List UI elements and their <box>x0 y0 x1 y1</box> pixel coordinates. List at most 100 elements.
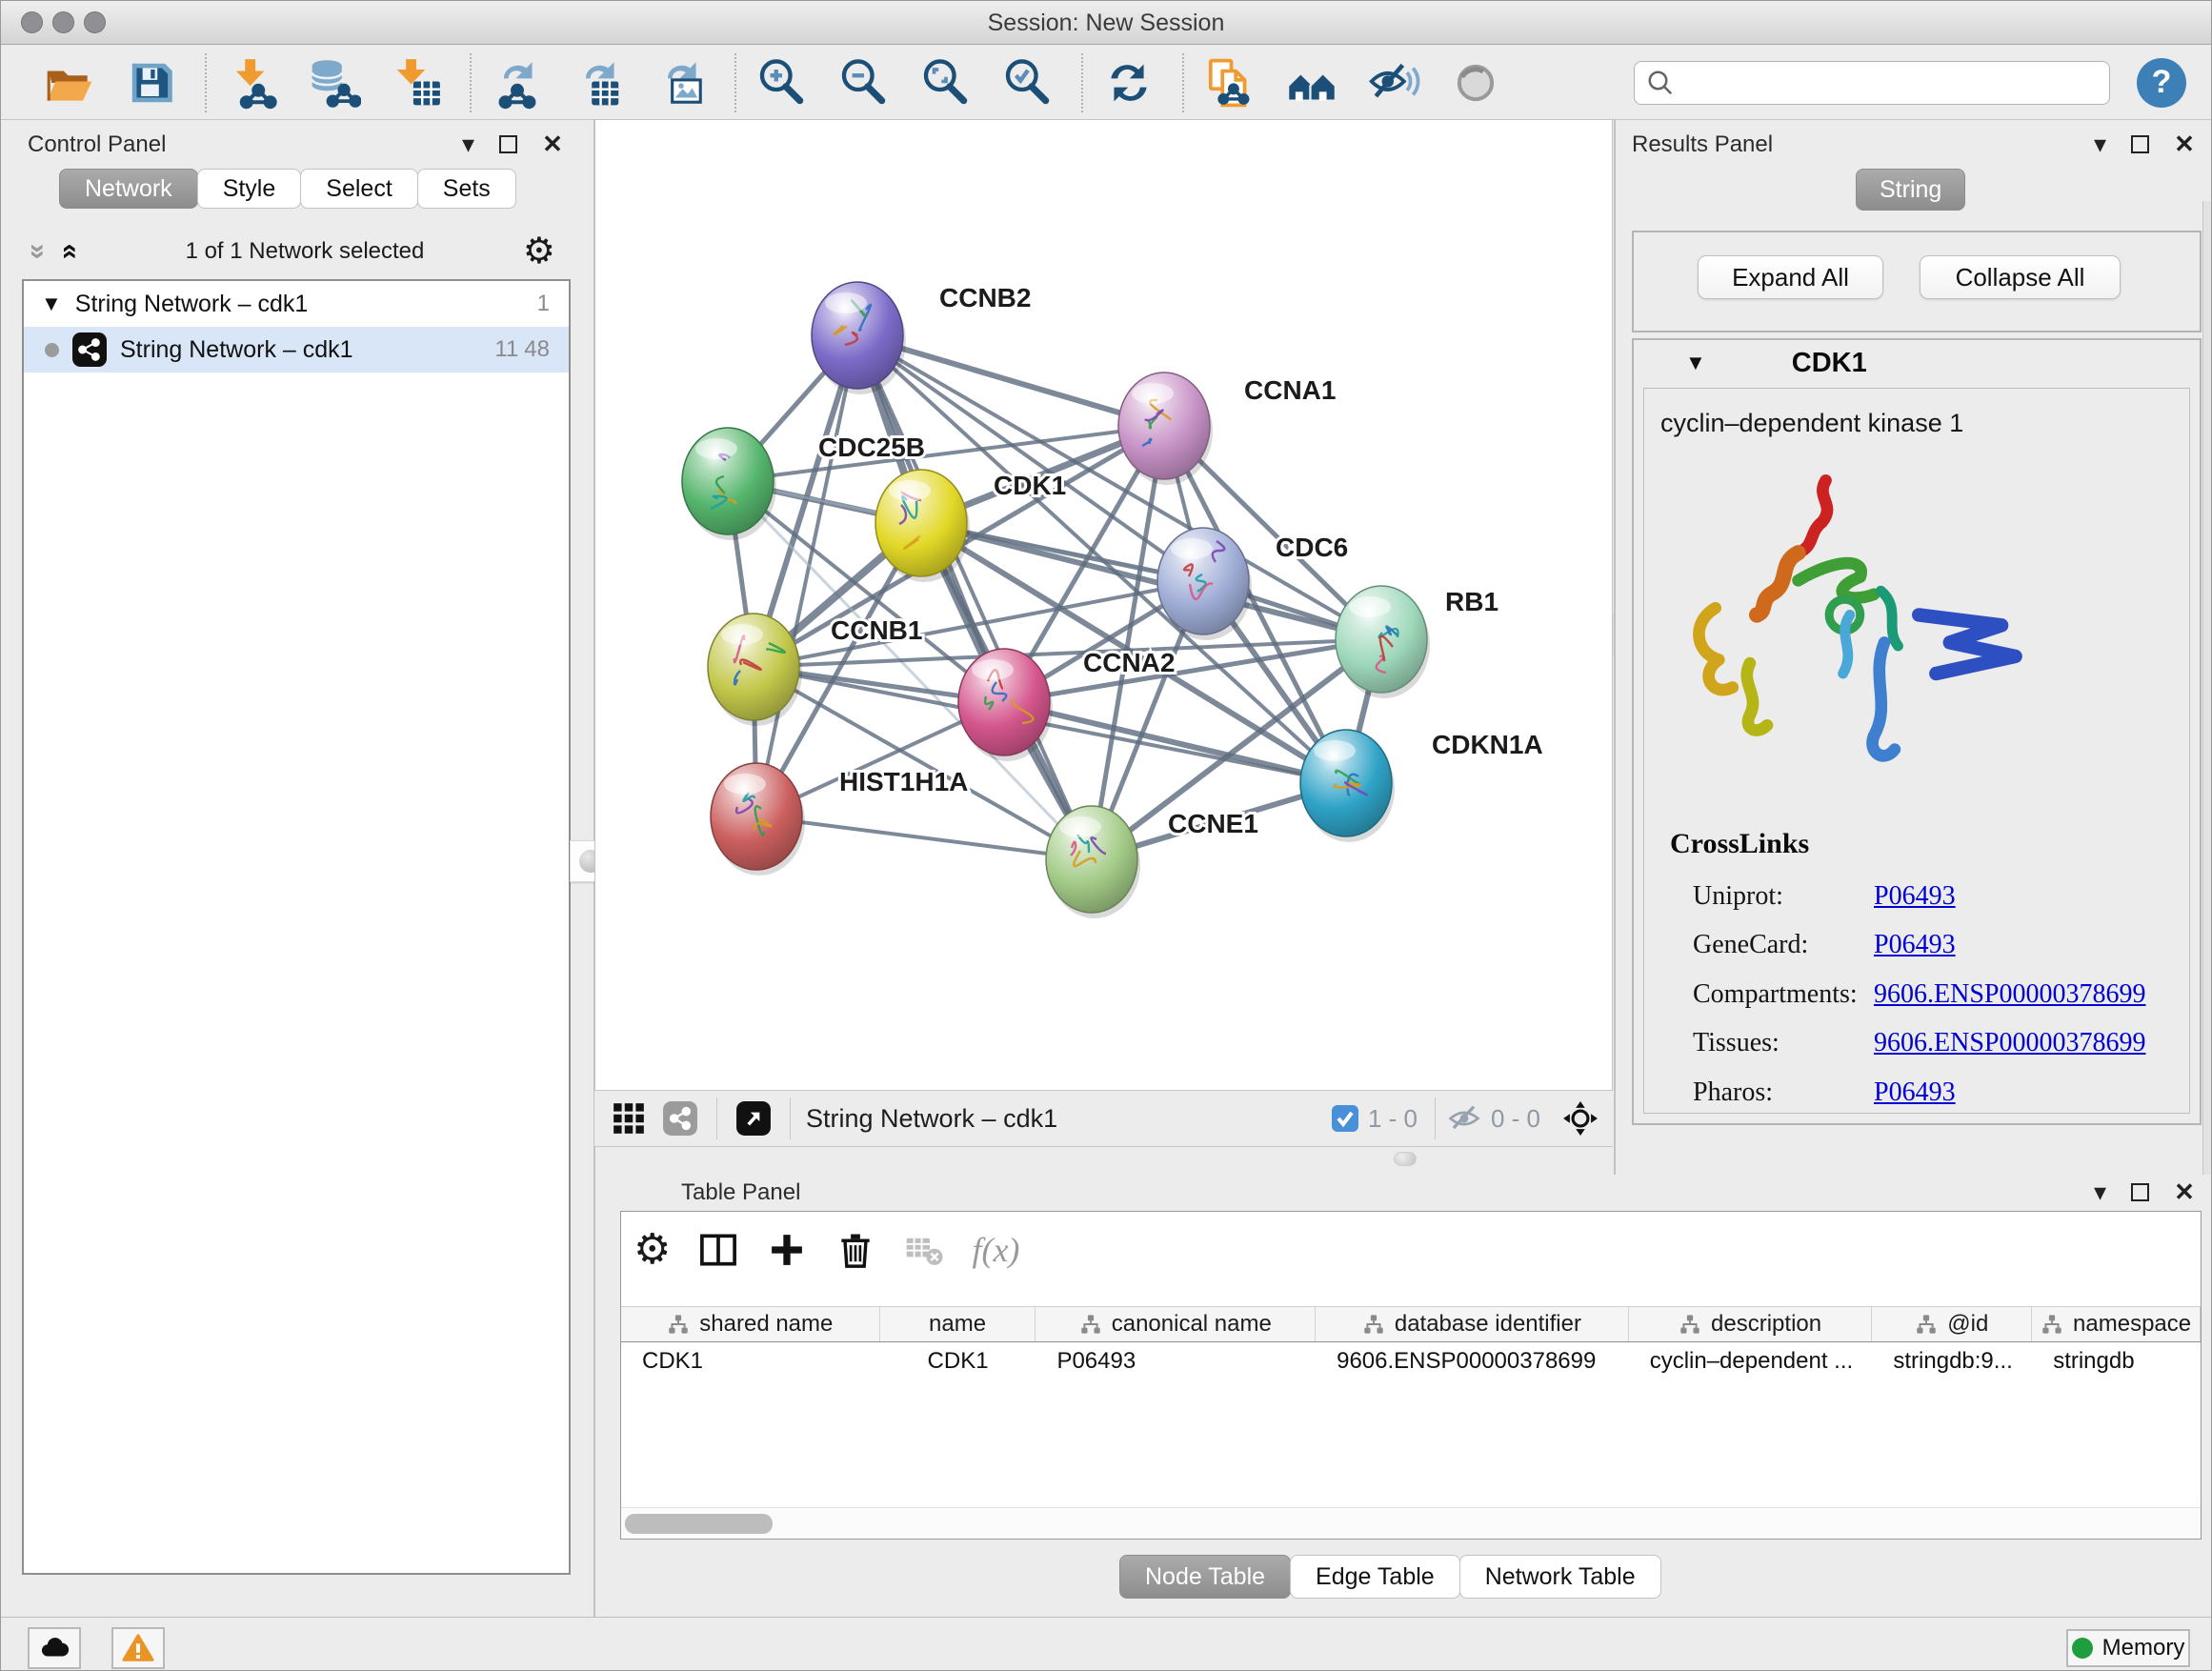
open-session-button[interactable] <box>39 52 100 113</box>
collapse-all-networks-icon[interactable]: » <box>22 235 54 268</box>
network-node-CDKN1A[interactable] <box>1300 730 1395 842</box>
column-header-name[interactable]: name <box>880 1307 1036 1341</box>
birds-eye-toggle-button[interactable] <box>1445 52 1506 113</box>
network-collection-row[interactable]: ▼ String Network – cdk1 1 <box>24 281 569 327</box>
import-table-from-file-button[interactable] <box>386 52 447 113</box>
right-splitter[interactable] <box>1614 120 1616 1175</box>
cell-canonical-name[interactable]: P06493 <box>1036 1348 1316 1375</box>
network-node-CDK1[interactable] <box>875 470 970 582</box>
collapse-table-icon[interactable]: ▾ <box>2094 1179 2106 1204</box>
zoom-selected-button[interactable] <box>997 52 1058 113</box>
expand-all-networks-icon[interactable]: « <box>54 235 87 268</box>
cloud-button[interactable] <box>28 1627 81 1669</box>
crosslink-value-link[interactable]: 9606.ENSP00000378699 <box>1874 979 2145 1010</box>
tab-string[interactable]: String <box>1856 169 1965 211</box>
apply-preferred-layout-button[interactable] <box>1098 52 1159 113</box>
collapse-panel-icon[interactable]: ▾ <box>462 131 474 156</box>
column-header-shared-name[interactable]: shared name <box>621 1307 880 1341</box>
column-header-description[interactable]: description <box>1629 1307 1873 1341</box>
grid-view-button[interactable] <box>608 1097 650 1139</box>
network-row[interactable]: String Network – cdk1 11 48 <box>24 327 569 372</box>
add-column-icon[interactable] <box>766 1229 808 1271</box>
tab-select[interactable]: Select <box>300 169 417 209</box>
scrollbar-thumb[interactable] <box>625 1514 773 1534</box>
network-node-CCNB1[interactable] <box>708 614 802 726</box>
crosslink-value-link[interactable]: P06493 <box>1874 881 1956 912</box>
crosslink-value-link[interactable]: P06493 <box>1874 930 1956 960</box>
float-panel-icon[interactable] <box>499 135 517 153</box>
crosslink-value-link[interactable]: 9606.ENSP00000378699 <box>1874 1028 2145 1058</box>
network-node-RB1[interactable] <box>1336 586 1430 698</box>
collapse-all-button[interactable]: Collapse All <box>1920 255 2121 299</box>
float-results-icon[interactable] <box>2131 135 2149 153</box>
crosslink-value-link[interactable]: P06493 <box>1874 1077 1956 1108</box>
network-node-HIST1H1A[interactable] <box>711 763 805 876</box>
expand-all-button[interactable]: Expand All <box>1698 255 1883 299</box>
export-network-button[interactable] <box>487 52 548 113</box>
gene-expand-icon[interactable]: ▼ <box>1685 351 1706 375</box>
tab-node-table[interactable]: Node Table <box>1119 1555 1291 1599</box>
column-header-namespace[interactable]: namespace <box>2032 1307 2201 1341</box>
string-query-button[interactable] <box>1281 52 1342 113</box>
table-row[interactable]: CDK1CDK1P064939606.ENSP00000378699cyclin… <box>621 1342 2201 1380</box>
grid-icon <box>611 1100 647 1137</box>
results-scrollbar[interactable] <box>2202 201 2211 1175</box>
collapse-results-icon[interactable]: ▾ <box>2094 131 2106 156</box>
memory-button[interactable]: Memory <box>2066 1629 2190 1667</box>
import-network-from-database-button[interactable] <box>304 52 365 113</box>
export-image-button[interactable] <box>651 52 712 113</box>
node-label-CCNE1: CCNE1 <box>1168 809 1258 838</box>
horizontal-splitter-handle[interactable] <box>1394 1152 1417 1166</box>
tab-sets[interactable]: Sets <box>417 169 516 209</box>
zoom-fit-button[interactable] <box>915 52 976 113</box>
table-horizontal-scrollbar[interactable] <box>621 1507 2201 1539</box>
network-view-button[interactable] <box>659 1097 701 1139</box>
column-header-canonical-name[interactable]: canonical name <box>1036 1307 1316 1341</box>
network-canvas[interactable]: CCNB2CCNA1CDC25BCDK1CDC6RB1CCNB1CCNA2CDK… <box>594 120 1613 1090</box>
close-results-icon[interactable]: ✕ <box>2174 131 2195 156</box>
save-session-button[interactable] <box>121 52 182 113</box>
zoom-in-button[interactable] <box>752 52 813 113</box>
zoom-out-button[interactable] <box>834 52 895 113</box>
column-header-database-identifier[interactable]: database identifier <box>1316 1307 1629 1341</box>
export-table-button[interactable] <box>569 52 630 113</box>
warnings-button[interactable] <box>111 1627 165 1669</box>
search-box[interactable] <box>1634 61 2110 105</box>
cell--id[interactable]: stringdb:9... <box>1872 1348 2032 1375</box>
tab-network-table[interactable]: Network Table <box>1459 1555 1661 1599</box>
birds-eye-view-button[interactable] <box>733 1097 774 1139</box>
network-node-CCNE1[interactable] <box>1046 806 1140 918</box>
collection-expand-icon[interactable]: ▼ <box>41 292 62 316</box>
cell-description[interactable]: cyclin–dependent ... <box>1629 1348 1873 1375</box>
network-node-CCNA1[interactable] <box>1118 372 1213 485</box>
cell-name[interactable]: CDK1 <box>880 1348 1036 1375</box>
tab-network[interactable]: Network <box>59 169 198 209</box>
fit-selected-button[interactable] <box>1558 1096 1603 1141</box>
float-table-icon[interactable] <box>2131 1183 2149 1201</box>
network-graph[interactable]: CCNB2CCNA1CDC25BCDK1CDC6RB1CCNB1CCNA2CDK… <box>595 120 1612 1088</box>
cell-namespace[interactable]: stringdb <box>2032 1348 2201 1375</box>
column-header--id[interactable]: @id <box>1872 1307 2032 1341</box>
table-header-row[interactable]: shared namename canonical name database … <box>621 1306 2201 1342</box>
cell-shared-name[interactable]: CDK1 <box>621 1348 880 1375</box>
import-network-from-file-button[interactable] <box>222 52 283 113</box>
close-table-icon[interactable]: ✕ <box>2174 1179 2195 1204</box>
columns-icon[interactable] <box>697 1229 739 1271</box>
gene-card-header[interactable]: ▼ CDK1 <box>1634 340 2200 386</box>
network-options-gear-icon[interactable]: ⚙ <box>523 233 555 270</box>
new-network-from-selection-button[interactable] <box>1199 52 1260 113</box>
close-panel-icon[interactable]: ✕ <box>542 131 563 156</box>
network-node-CCNB2[interactable] <box>812 282 906 394</box>
selected-checkbox-icon[interactable] <box>1330 1103 1360 1134</box>
node-label-CCNB2: CCNB2 <box>939 283 1031 312</box>
search-input[interactable] <box>1682 69 2098 97</box>
network-node-CCNA2[interactable] <box>958 649 1053 761</box>
crosslink-label: Compartments: <box>1693 979 1874 1010</box>
tab-style[interactable]: Style <box>197 169 302 209</box>
tab-edge-table[interactable]: Edge Table <box>1290 1555 1460 1599</box>
delete-column-icon[interactable] <box>835 1229 876 1271</box>
table-settings-gear-icon[interactable]: ⚙ <box>633 1229 671 1271</box>
cell-database-identifier[interactable]: 9606.ENSP00000378699 <box>1316 1348 1629 1375</box>
show-hide-graphics-details-button[interactable] <box>1363 52 1424 113</box>
help-button[interactable]: ? <box>2137 58 2186 108</box>
